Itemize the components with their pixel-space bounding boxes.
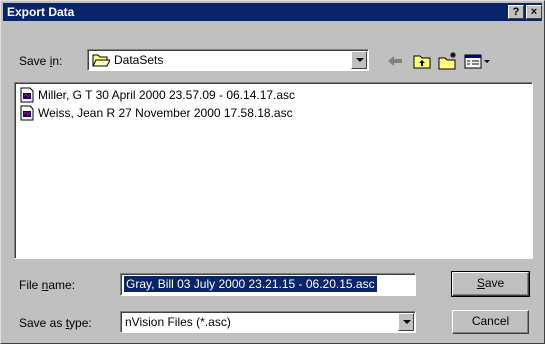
save-button[interactable]: Save — [451, 271, 530, 297]
close-button[interactable]: × — [526, 5, 542, 19]
file-name-label-post: ame: — [48, 278, 76, 292]
cancel-button[interactable]: Cancel — [452, 310, 529, 334]
file-icon — [20, 105, 34, 121]
save-as-type-value: nVision Files (*.asc) — [125, 315, 231, 329]
up-one-level-icon[interactable] — [411, 50, 433, 72]
save-in-label-post: n: — [52, 54, 63, 68]
chevron-down-icon[interactable] — [351, 51, 367, 69]
file-name-value: Gray, Bill 03 July 2000 23.21.15 - 06.20… — [124, 276, 377, 292]
view-menu-icon[interactable] — [463, 50, 493, 72]
save-button-mnemonic: S — [476, 276, 485, 290]
file-name-label: File name: — [19, 278, 75, 292]
help-button[interactable]: ? — [508, 5, 524, 19]
file-name: Weiss, Jean R 27 November 2000 17.58.18.… — [38, 106, 293, 120]
folder-open-icon — [92, 54, 110, 67]
save-as-type-label-post: ype: — [69, 316, 92, 330]
save-as-type-dropdown[interactable]: nVision Files (*.asc) — [120, 311, 416, 333]
file-name-label-pre: File — [19, 278, 42, 292]
title-bar[interactable]: Export Data ? × — [3, 3, 542, 21]
save-in-dropdown[interactable]: DataSets — [87, 49, 369, 71]
file-list[interactable]: Miller, G T 30 April 2000 23.57.09 - 06.… — [14, 82, 533, 259]
file-icon — [20, 87, 34, 103]
save-button-label: ave — [484, 276, 505, 290]
window-title: Export Data — [7, 5, 75, 19]
chevron-down-icon[interactable] — [398, 313, 414, 331]
file-name-input[interactable]: Gray, Bill 03 July 2000 23.21.15 - 06.20… — [120, 273, 416, 296]
back-arrow-icon[interactable] — [384, 50, 406, 72]
save-in-label: Save in: — [19, 54, 62, 68]
file-name: Miller, G T 30 April 2000 23.57.09 - 06.… — [38, 88, 296, 102]
save-as-type-label: Save as type: — [19, 316, 92, 330]
export-data-dialog: Export Data ? × Save in: DataSets Miller… — [0, 0, 545, 344]
save-as-type-label-pre: Save as — [19, 316, 66, 330]
new-folder-icon[interactable] — [437, 50, 459, 72]
save-in-label-pre: Save — [19, 54, 50, 68]
save-in-value: DataSets — [114, 53, 164, 67]
